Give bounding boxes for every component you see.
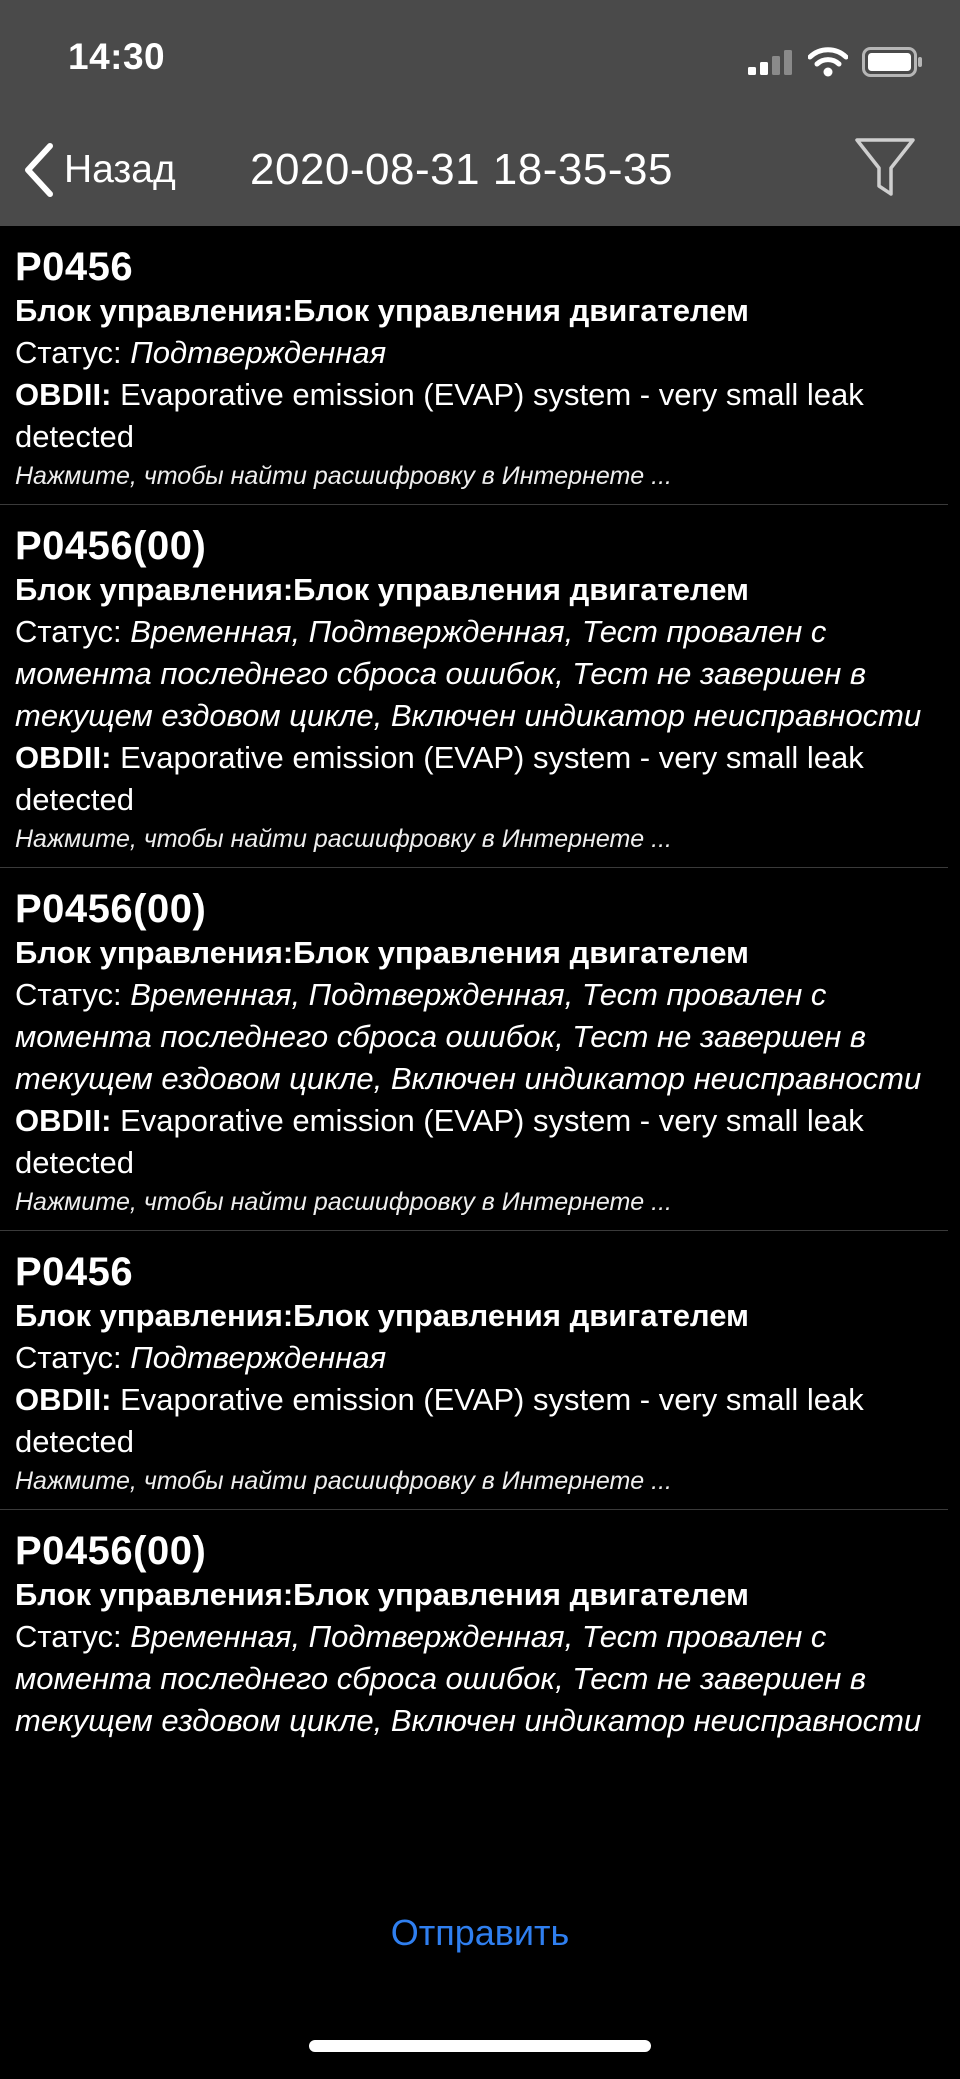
error-code: P0456(00)	[15, 524, 207, 568]
send-button[interactable]: Отправить	[0, 1912, 960, 1954]
error-status: Статус: Временная, Подтвержденная, Тест …	[15, 1616, 934, 1742]
status-prefix: Статус:	[15, 1340, 122, 1375]
obd-prefix: OBDII:	[15, 1382, 112, 1417]
battery-icon	[862, 47, 922, 77]
error-item[interactable]: P0456(00) Блок управления:Блок управлени…	[0, 868, 948, 1231]
filter-icon	[855, 138, 915, 196]
obd-description: Evaporative emission (EVAP) system - ver…	[15, 1103, 864, 1180]
filter-button[interactable]	[852, 132, 918, 202]
obd-prefix: OBDII:	[15, 740, 112, 775]
status-value: Подтвержденная	[130, 335, 387, 370]
error-status: Статус: Временная, Подтвержденная, Тест …	[15, 611, 934, 737]
status-time: 14:30	[68, 36, 166, 77]
error-item[interactable]: P0456 Блок управления:Блок управления дв…	[0, 226, 948, 505]
obd-prefix: OBDII:	[15, 377, 112, 412]
error-obd: OBDII: Evaporative emission (EVAP) syste…	[15, 1100, 934, 1184]
back-button[interactable]: Назад	[20, 140, 176, 200]
error-item[interactable]: P0456(00) Блок управления:Блок управлени…	[0, 1510, 948, 1752]
error-code: P0456(00)	[15, 1529, 207, 1573]
search-hint[interactable]: Нажмите, чтобы найти расшифровку в Интер…	[15, 1184, 934, 1220]
status-icons	[748, 42, 924, 82]
error-list[interactable]: P0456 Блок управления:Блок управления дв…	[0, 226, 960, 1868]
error-obd: OBDII: Evaporative emission (EVAP) syste…	[15, 737, 934, 821]
error-module: Блок управления:Блок управления двигател…	[15, 935, 749, 970]
status-value: Временная, Подтвержденная, Тест провален…	[15, 614, 922, 733]
obd-description: Evaporative emission (EVAP) system - ver…	[15, 740, 864, 817]
status-prefix: Статус:	[15, 614, 122, 649]
error-status: Статус: Подтвержденная	[15, 332, 934, 374]
error-status: Статус: Подтвержденная	[15, 1337, 934, 1379]
home-indicator[interactable]	[309, 2040, 651, 2052]
error-code: P0456	[15, 245, 134, 289]
error-module: Блок управления:Блок управления двигател…	[15, 572, 749, 607]
status-value: Подтвержденная	[130, 1340, 387, 1375]
top-bar: 14:30 Назад 2020-08-31 18-35-35	[0, 0, 960, 226]
status-prefix: Статус:	[15, 1619, 122, 1654]
search-hint[interactable]: Нажмите, чтобы найти расшифровку в Интер…	[15, 458, 934, 494]
search-hint[interactable]: Нажмите, чтобы найти расшифровку в Интер…	[15, 821, 934, 857]
error-item[interactable]: P0456(00) Блок управления:Блок управлени…	[0, 505, 948, 868]
obd-description: Evaporative emission (EVAP) system - ver…	[15, 377, 864, 454]
obd-prefix: OBDII:	[15, 1103, 112, 1138]
error-code: P0456	[15, 1250, 134, 1294]
page-title: 2020-08-31 18-35-35	[250, 145, 673, 194]
chevron-left-icon	[25, 143, 53, 197]
error-module: Блок управления:Блок управления двигател…	[15, 1298, 749, 1333]
error-status: Статус: Временная, Подтвержденная, Тест …	[15, 974, 934, 1100]
error-module: Блок управления:Блок управления двигател…	[15, 1577, 749, 1612]
status-value: Временная, Подтвержденная, Тест провален…	[15, 1619, 922, 1738]
status-prefix: Статус:	[15, 977, 122, 1012]
obd-description: Evaporative emission (EVAP) system - ver…	[15, 1382, 864, 1459]
back-label: Назад	[64, 148, 176, 191]
error-item[interactable]: P0456 Блок управления:Блок управления дв…	[0, 1231, 948, 1510]
cellular-signal-icon	[748, 50, 792, 75]
error-obd: OBDII: Evaporative emission (EVAP) syste…	[15, 374, 934, 458]
error-module: Блок управления:Блок управления двигател…	[15, 293, 749, 328]
error-code: P0456(00)	[15, 887, 207, 931]
error-obd: OBDII: Evaporative emission (EVAP) syste…	[15, 1379, 934, 1463]
status-prefix: Статус:	[15, 335, 122, 370]
status-value: Временная, Подтвержденная, Тест провален…	[15, 977, 922, 1096]
wifi-icon	[808, 47, 848, 77]
search-hint[interactable]: Нажмите, чтобы найти расшифровку в Интер…	[15, 1463, 934, 1499]
